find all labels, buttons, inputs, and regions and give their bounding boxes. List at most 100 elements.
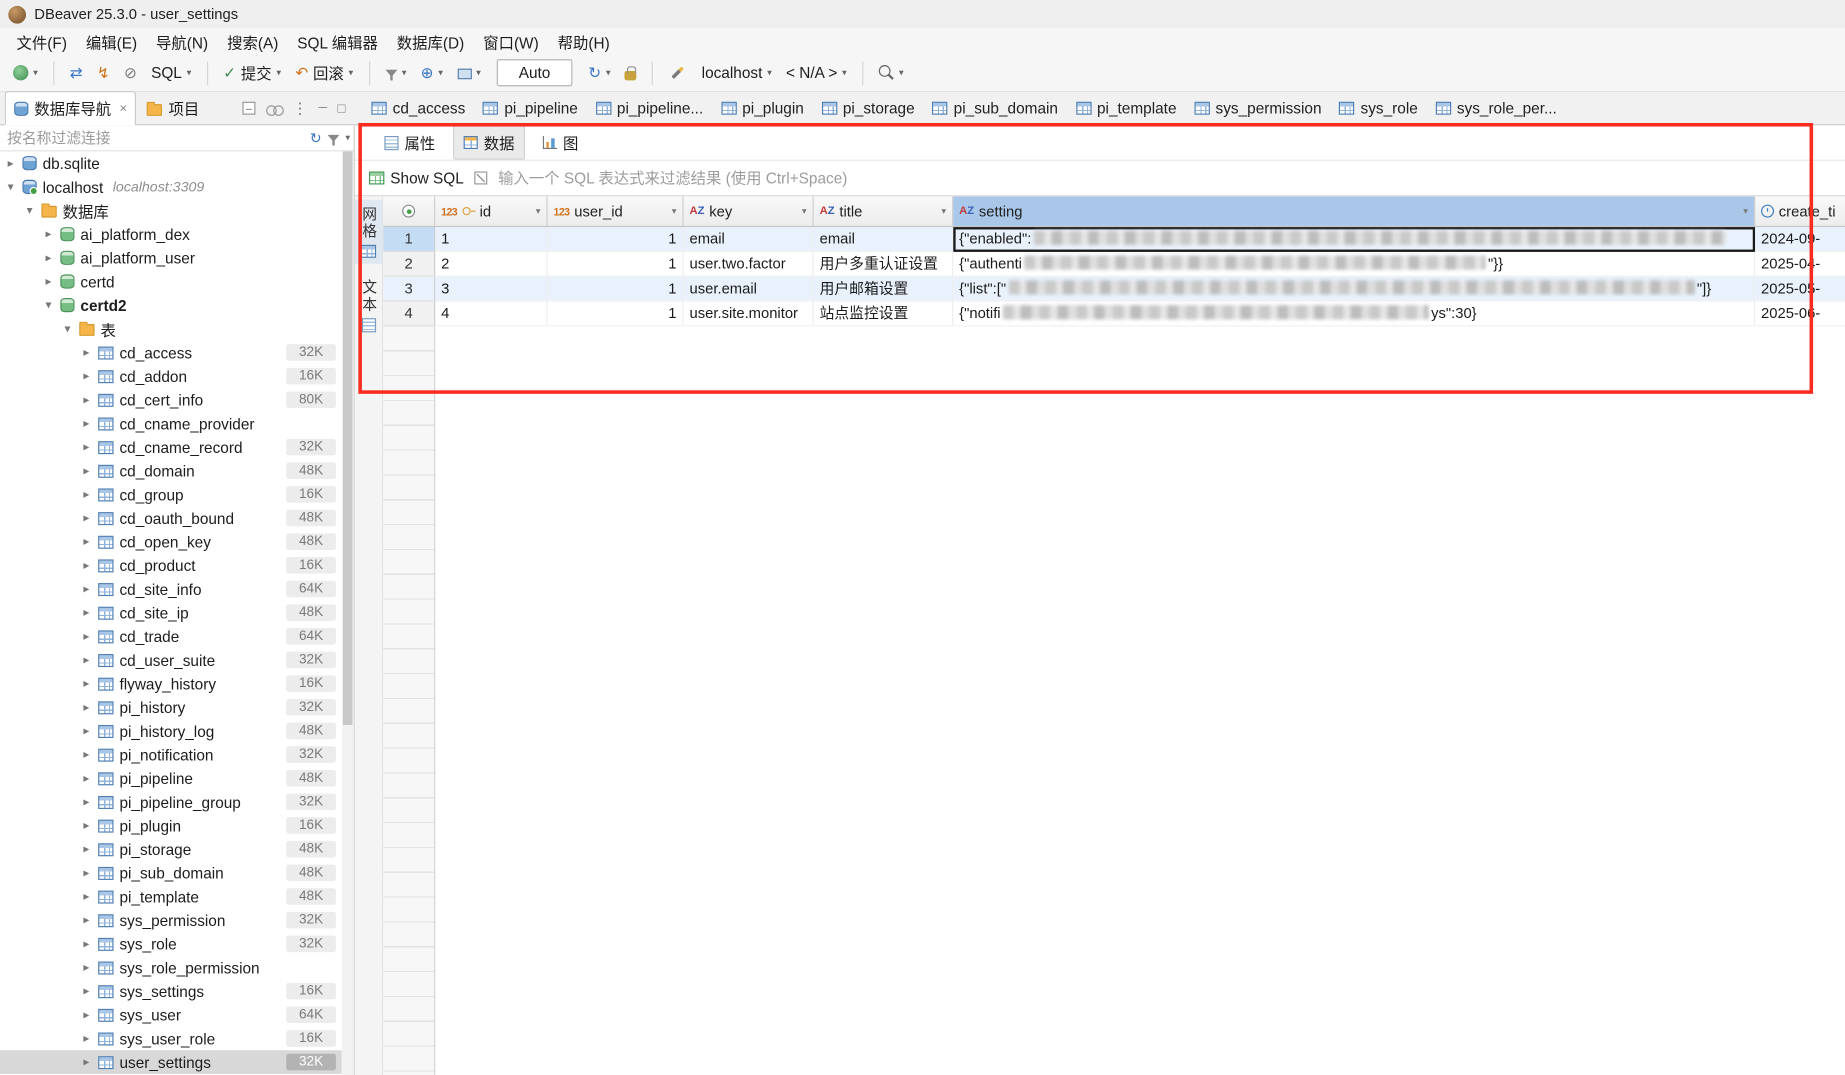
disable-button[interactable]: ⊘ [118, 62, 143, 84]
new-connection-button[interactable]: ▾ [7, 62, 44, 84]
tree-item-table[interactable]: ▸ sys_role_permission [0, 956, 342, 980]
row-number[interactable]: 3 [383, 277, 435, 302]
tree-item-table[interactable]: ▸ sys_permission 32K [0, 908, 342, 932]
tab-project[interactable]: 项目 [139, 92, 208, 124]
column-header-title[interactable]: AZtitle▾ [814, 196, 954, 226]
column-filter-icon[interactable]: ▾ [1743, 206, 1748, 217]
cell-id[interactable]: 1 [435, 227, 547, 252]
tree-item-table[interactable]: ▸ cd_cname_record 32K [0, 435, 342, 459]
caret-down-icon[interactable]: ▾ [345, 133, 350, 142]
show-sql-button[interactable]: Show SQL [369, 169, 464, 187]
chevron-right-icon[interactable]: ▸ [43, 228, 55, 241]
chevron-right-icon[interactable]: ▸ [80, 1056, 92, 1069]
refresh-button[interactable]: ↻▾ [582, 62, 616, 84]
cell-setting[interactable]: {"list":[""]} [953, 277, 1755, 302]
menu-item[interactable]: 数据库(D) [387, 28, 473, 55]
sql-editor-dropdown[interactable]: SQL▾ [145, 60, 197, 85]
cell-create-time[interactable]: 2025-05- [1755, 277, 1845, 302]
scrollbar-thumb[interactable] [343, 151, 352, 725]
cell-title[interactable]: 用户邮箱设置 [814, 277, 954, 302]
cell-setting[interactable]: {"authenti"}} [953, 252, 1755, 277]
chevron-right-icon[interactable]: ▸ [80, 772, 92, 785]
column-filter-icon[interactable]: ▾ [536, 206, 541, 217]
tree-item-table[interactable]: ▸ cd_trade 64K [0, 624, 342, 648]
chevron-right-icon[interactable]: ▸ [80, 890, 92, 903]
row-indicator-header[interactable] [383, 196, 435, 226]
cell-id[interactable]: 3 [435, 277, 547, 302]
cell-key[interactable]: email [684, 227, 814, 252]
chevron-right-icon[interactable]: ▸ [80, 819, 92, 832]
refresh-icon[interactable]: ↻ [310, 131, 322, 145]
cell-title[interactable]: 站点监控设置 [814, 302, 954, 327]
row-number[interactable]: 2 [383, 252, 435, 277]
tree-item-table[interactable]: ▸ cd_group 16K [0, 483, 342, 507]
column-filter-icon[interactable]: ▾ [802, 206, 807, 217]
tree-item-database[interactable]: ▸ certd [0, 270, 342, 294]
editor-tab[interactable]: cd_access [371, 99, 465, 117]
chevron-right-icon[interactable]: ▸ [80, 464, 92, 477]
chevron-right-icon[interactable]: ▸ [80, 535, 92, 548]
tree-item-table[interactable]: ▸ pi_notification 32K [0, 743, 342, 767]
menu-item[interactable]: 窗口(W) [474, 28, 548, 55]
tree-item-databases-folder[interactable]: ▾ 数据库 [0, 199, 342, 223]
chevron-right-icon[interactable]: ▸ [80, 961, 92, 974]
chevron-right-icon[interactable]: ▸ [80, 488, 92, 501]
tree-item-database-certd2[interactable]: ▾ certd2 [0, 293, 342, 317]
chevron-right-icon[interactable]: ▸ [80, 843, 92, 856]
editor-tab[interactable]: pi_template [1076, 99, 1177, 117]
menu-item[interactable]: 帮助(H) [548, 28, 619, 55]
tab-data[interactable]: 数据 [453, 125, 525, 159]
tree-item-table[interactable]: ▸ sys_settings 16K [0, 979, 342, 1003]
rollback-button[interactable]: ↶回滚▾ [289, 58, 359, 88]
lock-button[interactable] [619, 62, 643, 83]
output-button[interactable]: ▾ [451, 63, 486, 83]
tree-item-table[interactable]: ▸ user_settings 32K [0, 1050, 342, 1074]
tree-item-table[interactable]: ▸ sys_role 32K [0, 932, 342, 956]
chevron-right-icon[interactable]: ▸ [80, 914, 92, 927]
execute-button[interactable]: ↯ [91, 62, 116, 84]
row-number[interactable]: 4 [383, 302, 435, 327]
chevron-right-icon[interactable]: ▸ [80, 370, 92, 383]
tree-item-table[interactable]: ▸ cd_addon 16K [0, 364, 342, 388]
editor-tab[interactable]: pi_storage [822, 99, 915, 117]
tab-diagram[interactable]: 图 [532, 125, 589, 159]
column-header-user-id[interactable]: 123user_id▾ [548, 196, 684, 226]
chevron-down-icon[interactable]: ▾ [62, 322, 74, 335]
presentation-grid[interactable]: 网格 [355, 200, 382, 264]
network-button[interactable]: ⊕▾ [415, 62, 449, 84]
close-icon[interactable]: × [119, 101, 127, 115]
cell-id[interactable]: 2 [435, 252, 547, 277]
menu-item[interactable]: 文件(F) [7, 28, 76, 55]
editor-tab[interactable]: sys_role [1339, 99, 1418, 117]
tree-item-database[interactable]: ▸ ai_platform_user [0, 246, 342, 270]
cell-title[interactable]: email [814, 227, 954, 252]
tree-item-table[interactable]: ▸ cd_cert_info 80K [0, 388, 342, 412]
chevron-right-icon[interactable]: ▸ [80, 748, 92, 761]
editor-tab[interactable]: pi_pipeline... [596, 99, 704, 117]
cell-key[interactable]: user.site.monitor [684, 302, 814, 327]
chevron-right-icon[interactable]: ▸ [80, 630, 92, 643]
tree-item-table[interactable]: ▸ pi_template 48K [0, 885, 342, 909]
chevron-down-icon[interactable]: ▾ [43, 299, 55, 312]
chevron-right-icon[interactable]: ▸ [80, 417, 92, 430]
cell-create-time[interactable]: 2025-04- [1755, 252, 1845, 277]
maximize-icon[interactable]: □ [337, 101, 345, 115]
cell-setting[interactable]: {"notifiys":30} [953, 302, 1755, 327]
editor-tab[interactable]: pi_sub_domain [932, 99, 1058, 117]
chevron-down-icon[interactable]: ▾ [24, 204, 36, 217]
cell-key[interactable]: user.two.factor [684, 252, 814, 277]
tree-item-table[interactable]: ▸ cd_open_key 48K [0, 530, 342, 554]
tree-scrollbar[interactable] [342, 151, 354, 1075]
link-editor-icon[interactable] [266, 105, 281, 114]
presentation-text[interactable]: 文本 [355, 273, 382, 338]
tree-item-table[interactable]: ▸ cd_oauth_bound 48K [0, 506, 342, 530]
chevron-right-icon[interactable]: ▸ [80, 441, 92, 454]
cell-create-time[interactable]: 2025-06- [1755, 302, 1845, 327]
tree-item-table[interactable]: ▸ cd_product 16K [0, 554, 342, 578]
cell-title[interactable]: 用户多重认证设置 [814, 252, 954, 277]
filter-settings-icon[interactable] [328, 134, 340, 141]
editor-tab[interactable]: sys_role_per... [1436, 99, 1557, 117]
column-header-id[interactable]: 123id▾ [435, 196, 547, 226]
tab-database-navigator[interactable]: 数据库导航 × [5, 91, 137, 125]
chevron-down-icon[interactable]: ▾ [5, 180, 17, 193]
